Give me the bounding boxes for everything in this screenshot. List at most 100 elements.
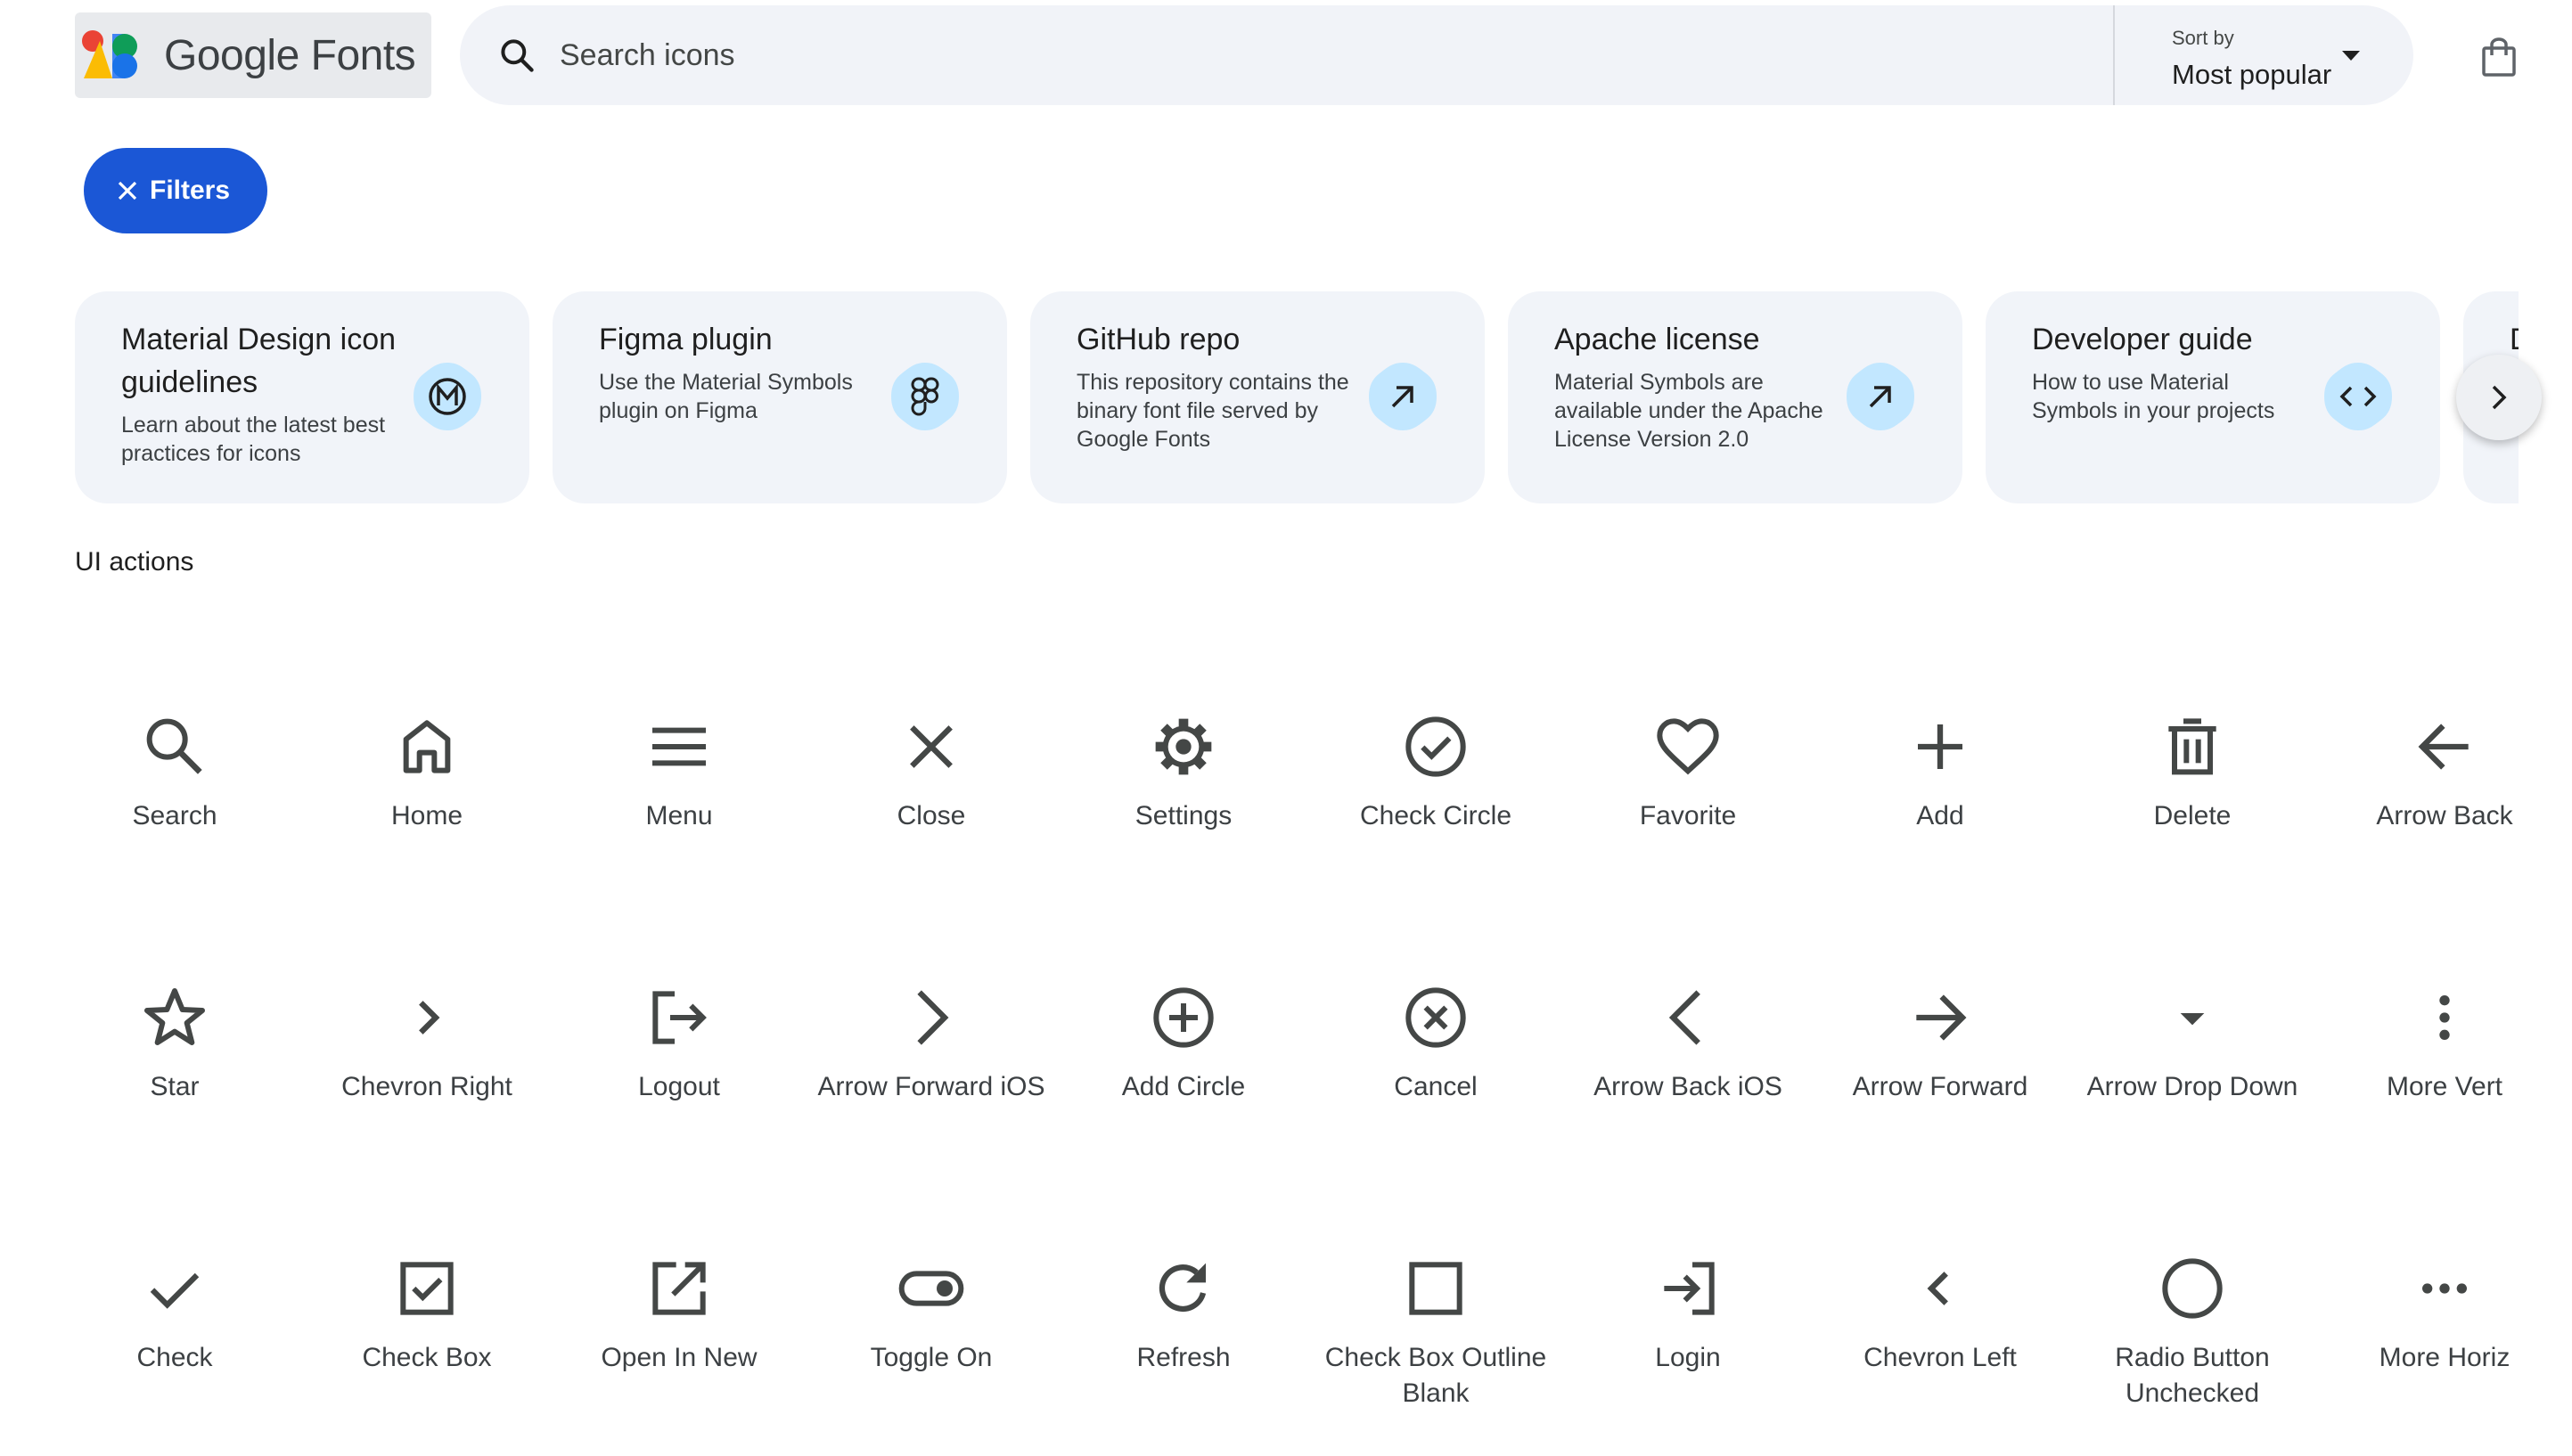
icon-tile-star[interactable]: Star	[48, 895, 301, 1162]
settings-icon	[1148, 711, 1219, 782]
google-fonts-logo[interactable]: Google Fonts	[75, 12, 431, 98]
sort-by-label: Sort by	[2172, 27, 2234, 49]
icon-tile-check[interactable]: Check	[48, 1166, 301, 1433]
icon-tile-check-circle[interactable]: Check Circle	[1309, 624, 1562, 891]
carousel-next-button[interactable]	[2456, 355, 2542, 440]
icon-label: Close	[897, 801, 966, 830]
google-fonts-logo-icon	[80, 29, 144, 82]
card-title: Developer guide	[2032, 323, 2253, 356]
card-description: Learn about the latest best practices fo…	[121, 413, 386, 466]
icon-tile-more-horiz[interactable]: More Horiz	[2318, 1166, 2571, 1433]
card-title: Figma plugin	[599, 323, 773, 356]
icon-tile-logout[interactable]: Logout	[553, 895, 806, 1162]
icon-tile-arrow-drop-down[interactable]: Arrow Drop Down	[2066, 895, 2319, 1162]
icon-label: Add	[1916, 801, 1964, 830]
icon-tile-arrow-back[interactable]: Arrow Back	[2318, 624, 2571, 891]
card-developer-guide[interactable]: Developer guide How to use Material Symb…	[1986, 291, 2440, 503]
icon-label: Check Box	[362, 1343, 492, 1372]
sort-by-value: Most popular	[2172, 59, 2332, 90]
icon-tile-search[interactable]: Search	[48, 624, 301, 891]
shopping-bag-icon[interactable]	[2472, 30, 2526, 84]
icon-tile-check-box-outline-blank[interactable]: Check Box Outline Blank	[1309, 1166, 1562, 1433]
icon-tile-arrow-forward-ios[interactable]: Arrow Forward iOS	[805, 895, 1058, 1162]
icon-label: Arrow Back	[2376, 801, 2513, 830]
icon-tile-login[interactable]: Login	[1561, 1166, 1814, 1433]
figma-icon	[889, 361, 961, 432]
arrow-outward-icon	[1367, 361, 1438, 432]
star-icon	[139, 982, 210, 1053]
icon-tile-refresh[interactable]: Refresh	[1057, 1166, 1310, 1433]
icon-label: Arrow Drop Down	[2086, 1072, 2298, 1101]
cancel-icon	[1400, 982, 1471, 1053]
card-description: Use the Material Symbols plugin on Figma	[599, 370, 853, 423]
code-icon	[2322, 361, 2394, 432]
search-bar[interactable]: Sort by Most popular	[460, 5, 2413, 105]
icon-tile-check-box[interactable]: Check Box	[300, 1166, 553, 1433]
icon-tile-add-circle[interactable]: Add Circle	[1057, 895, 1310, 1162]
more-horiz-icon	[2409, 1253, 2480, 1324]
material-logo-icon	[412, 361, 483, 432]
card-title: GitHub repo	[1077, 323, 1241, 356]
arrow-back-ios-icon	[1652, 982, 1724, 1053]
icon-label: More Horiz	[2379, 1343, 2511, 1372]
card-github-repo[interactable]: GitHub repo This repository contains the…	[1030, 291, 1485, 503]
login-icon	[1652, 1253, 1724, 1324]
card-title: Apache license	[1554, 323, 1760, 356]
card-figma-plugin[interactable]: Figma plugin Use the Material Symbols pl…	[553, 291, 1007, 503]
icon-tile-chevron-right[interactable]: Chevron Right	[300, 895, 553, 1162]
arrow-drop-down-icon	[2157, 982, 2228, 1053]
icon-label: Check	[136, 1343, 213, 1372]
home-icon	[391, 711, 463, 782]
menu-icon	[643, 711, 715, 782]
icon-label: Arrow Back iOS	[1593, 1072, 1782, 1101]
icon-label: Radio Button Unchecked	[2115, 1343, 2270, 1408]
search-input[interactable]	[558, 19, 2076, 92]
card-title: Material Design icon guidelines	[121, 323, 397, 399]
icon-tile-favorite[interactable]: Favorite	[1561, 624, 1814, 891]
icon-tile-chevron-left[interactable]: Chevron Left	[1814, 1166, 2067, 1433]
icon-tile-cancel[interactable]: Cancel	[1309, 895, 1562, 1162]
icon-label: Chevron Left	[1863, 1343, 2017, 1372]
icon-tile-radio-button-unchecked[interactable]: Radio Button Unchecked	[2066, 1166, 2319, 1433]
icon-tile-delete[interactable]: Delete	[2066, 624, 2319, 891]
icon-tile-add[interactable]: Add	[1814, 624, 2067, 891]
check-box-icon	[391, 1253, 463, 1324]
search-icon[interactable]	[481, 20, 553, 91]
chevron-left-icon	[1904, 1253, 1976, 1324]
icon-tile-more-vert[interactable]: More Vert	[2318, 895, 2571, 1162]
icon-label: Arrow Forward iOS	[817, 1072, 1045, 1101]
card-apache-license[interactable]: Apache license Material Symbols are avai…	[1508, 291, 1962, 503]
favorite-icon	[1652, 711, 1724, 782]
icon-label: Menu	[645, 801, 713, 830]
resource-cards-carousel: Material Design icon guidelines Learn ab…	[75, 291, 2519, 505]
logout-icon	[643, 982, 715, 1053]
card-material-guidelines[interactable]: Material Design icon guidelines Learn ab…	[75, 291, 529, 503]
icon-label: Check Circle	[1359, 801, 1512, 830]
radio-button-unchecked-icon	[2157, 1253, 2228, 1324]
icon-tile-open-in-new[interactable]: Open In New	[553, 1166, 806, 1433]
search-icon	[139, 711, 210, 782]
chevron-down-icon[interactable]	[2341, 50, 2361, 67]
more-vert-icon	[2409, 982, 2480, 1053]
icon-tile-home[interactable]: Home	[300, 624, 553, 891]
icon-tile-arrow-forward[interactable]: Arrow Forward	[1814, 895, 2067, 1162]
filters-button[interactable]: Filters	[84, 148, 267, 233]
search-divider	[2113, 5, 2115, 105]
icon-tile-menu[interactable]: Menu	[553, 624, 806, 891]
card-description: How to use Material Symbols in your proj…	[2032, 370, 2275, 423]
check-circle-icon	[1400, 711, 1471, 782]
arrow-forward-icon	[1904, 982, 1976, 1053]
logo-text: Google Fonts	[164, 31, 416, 79]
icon-label: Star	[150, 1072, 200, 1101]
icon-tile-toggle-on[interactable]: Toggle On	[805, 1166, 1058, 1433]
chevron-right-icon	[391, 982, 463, 1053]
icon-label: More Vert	[2386, 1072, 2503, 1101]
icon-label: Home	[390, 801, 463, 830]
icon-tile-arrow-back-ios[interactable]: Arrow Back iOS	[1561, 895, 1814, 1162]
icon-tile-close[interactable]: Close	[805, 624, 1058, 891]
arrow-outward-icon	[1845, 361, 1916, 432]
icon-label: Add Circle	[1121, 1072, 1246, 1101]
icon-tile-settings[interactable]: Settings	[1057, 624, 1310, 891]
icon-label: Settings	[1134, 801, 1233, 830]
icon-label: Chevron Right	[341, 1072, 512, 1101]
